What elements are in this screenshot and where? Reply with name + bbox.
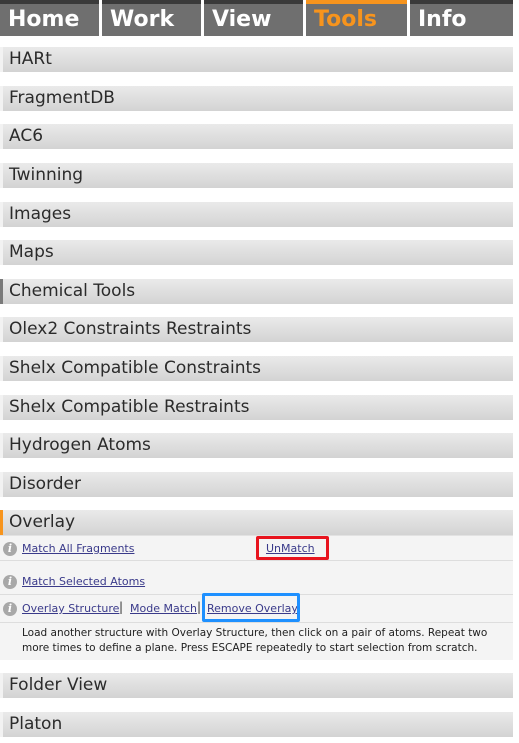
tab-info[interactable]: Info <box>410 0 513 36</box>
info-icon[interactable]: i <box>3 542 17 556</box>
section-disorder[interactable]: Disorder <box>0 472 513 497</box>
overlay-row-match-selected: i Match Selected Atoms <box>0 570 513 595</box>
tab-work[interactable]: Work <box>102 0 201 36</box>
section-olex2-constraints-restraints[interactable]: Olex2 Constraints Restraints <box>0 317 513 342</box>
overlay-description: Load another structure with Overlay Stru… <box>22 627 488 654</box>
section-shelx-compatible-restraints[interactable]: Shelx Compatible Restraints <box>0 395 513 420</box>
section-overlay[interactable]: Overlay <box>0 510 513 535</box>
overlay-structure-link[interactable]: Overlay Structure <box>22 602 119 615</box>
main-tab-bar: Home Work View Tools Info <box>0 0 519 36</box>
info-icon[interactable]: i <box>3 575 17 589</box>
overlay-panel: i Match All Fragments UnMatch i Match Se… <box>0 535 513 660</box>
section-ac6[interactable]: AC6 <box>0 124 513 149</box>
tab-view[interactable]: View <box>204 0 303 36</box>
link-separator: | <box>119 600 124 614</box>
section-folder-view[interactable]: Folder View <box>0 673 513 698</box>
match-all-fragments-link[interactable]: Match All Fragments <box>22 542 134 555</box>
link-separator: | <box>197 600 202 614</box>
section-fragmentdb[interactable]: FragmentDB <box>0 86 513 111</box>
overlay-row-match-all: i Match All Fragments UnMatch <box>0 536 513 561</box>
section-twinning[interactable]: Twinning <box>0 163 513 188</box>
unmatch-highlight-box <box>256 536 329 560</box>
section-platon[interactable]: Platon <box>0 712 513 737</box>
overlay-row-structure: i Overlay Structure | Mode Match | Remov… <box>0 593 513 623</box>
tab-home[interactable]: Home <box>0 0 99 36</box>
match-selected-atoms-link[interactable]: Match Selected Atoms <box>22 575 145 588</box>
section-images[interactable]: Images <box>0 202 513 227</box>
section-chemical-tools[interactable]: Chemical Tools <box>0 279 513 304</box>
section-shelx-compatible-constraints[interactable]: Shelx Compatible Constraints <box>0 356 513 381</box>
remove-overlay-highlight-box <box>202 593 300 622</box>
section-hydrogen-atoms[interactable]: Hydrogen Atoms <box>0 433 513 458</box>
section-maps[interactable]: Maps <box>0 240 513 265</box>
tab-tools[interactable]: Tools <box>306 0 407 36</box>
section-hart[interactable]: HARt <box>0 47 513 72</box>
mode-match-link[interactable]: Mode Match <box>130 602 197 615</box>
info-icon[interactable]: i <box>3 602 17 616</box>
